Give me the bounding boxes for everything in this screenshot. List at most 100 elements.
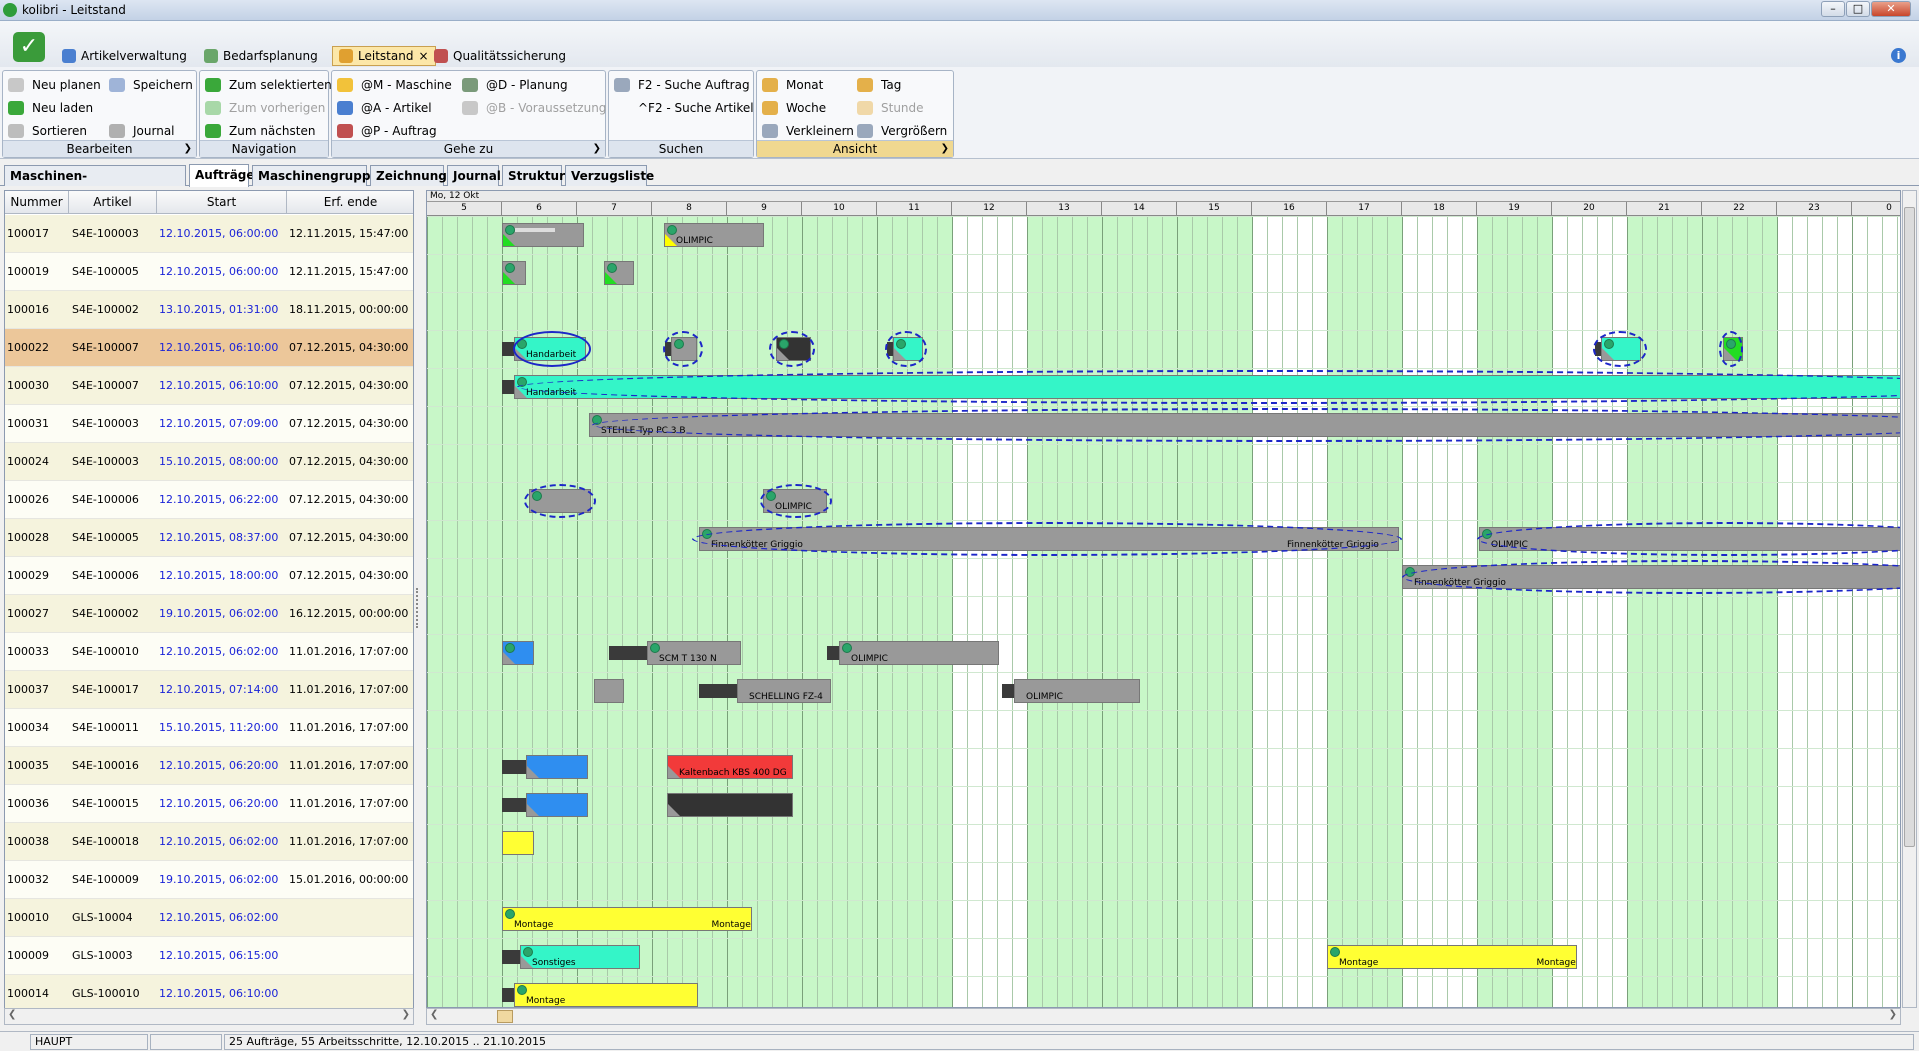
vergroessern-button[interactable]: Vergrößern <box>857 122 947 140</box>
info-icon[interactable]: i <box>1891 48 1906 63</box>
close-button[interactable]: ✕ <box>1871 1 1911 17</box>
ribbon-group-ansicht: Monat Tag Woche Stunde Verkleinern Vergr… <box>756 70 954 158</box>
table-row[interactable]: 100032 S4E-100009 19.10.2015, 06:02:00 15.0… <box>5 861 413 899</box>
cell-nummer: 100034 <box>7 721 49 734</box>
table-row[interactable]: 100028 S4E-100005 12.10.2015, 08:37:00 07.1… <box>5 519 413 557</box>
table-row[interactable]: 100010 GLS-10004 12.10.2015, 06:02:00 <box>5 899 413 937</box>
grid-line <box>487 216 488 1007</box>
goto-planung-button[interactable]: @D - Planung <box>462 76 568 94</box>
tab-maschinengruppe[interactable]: Maschinengruppe <box>252 165 379 186</box>
tab-verzugsliste[interactable]: Verzugsliste <box>565 165 654 186</box>
expand-icon[interactable]: ❯ <box>593 141 601 157</box>
tab-bedarfsplanung[interactable]: Bedarfsplanung <box>198 46 324 66</box>
zum-selektierten-button[interactable]: Zum selektierten <box>205 76 332 94</box>
grid-line <box>712 216 713 1007</box>
table-row[interactable]: 100038 S4E-100018 12.10.2015, 06:02:00 11.0… <box>5 823 413 861</box>
grid-line <box>667 216 668 1007</box>
scroll-left-icon[interactable]: ❮ <box>430 1009 438 1020</box>
orders-table: Nummer Artikel Start Erf. ende 100017 S4E… <box>4 190 414 1010</box>
goto-auftrag-button[interactable]: @P - Auftrag <box>337 122 437 140</box>
suche-auftrag-button[interactable]: F2 - Suche Auftrag <box>614 76 750 94</box>
table-row[interactable]: 100019 S4E-100005 12.10.2015, 06:00:00 12.1… <box>5 253 413 291</box>
gantt-horizontal-scrollbar[interactable]: ❮ ❯ <box>426 1008 1901 1025</box>
gantt-bar[interactable] <box>515 228 555 232</box>
ansicht-monat-button[interactable]: Monat <box>762 76 823 94</box>
tab-artikelverwaltung[interactable]: Artikelverwaltung <box>56 46 193 66</box>
table-row[interactable]: 100024 S4E-100003 15.10.2015, 08:00:00 07.1… <box>5 443 413 481</box>
col-header-erf-ende[interactable]: Erf. ende <box>287 191 413 214</box>
hour-header: 20 <box>1552 202 1627 216</box>
ansicht-woche-button[interactable]: Woche <box>762 99 826 117</box>
scroll-left-icon[interactable]: ❮ <box>8 1009 16 1020</box>
grid-line <box>1207 216 1208 1007</box>
expand-icon[interactable]: ❯ <box>184 141 192 157</box>
minimize-button[interactable]: – <box>1821 1 1845 17</box>
cell-start: 12.10.2015, 06:15:00 <box>159 949 279 962</box>
goto-artikel-button[interactable]: @A - Artikel <box>337 99 432 117</box>
verkleinern-button[interactable]: Verkleinern <box>762 122 854 140</box>
forward-arrow-icon <box>205 124 221 138</box>
scroll-thumb[interactable] <box>497 1010 513 1023</box>
tab-qualitaetssicherung[interactable]: Qualitätssicherung <box>428 46 572 66</box>
col-header-start[interactable]: Start <box>157 191 287 214</box>
table-row[interactable]: 100014 GLS-100010 12.10.2015, 06:10:00 <box>5 975 413 1009</box>
tab-zeichnung[interactable]: Zeichnung <box>370 165 447 186</box>
table-row[interactable]: 100034 S4E-100011 15.10.2015, 11:20:00 11.0… <box>5 709 413 747</box>
suche-artikel-button[interactable]: ^F2 - Suche Artikel <box>638 99 754 117</box>
kolibri-logo-icon[interactable]: ✓ <box>13 32 45 62</box>
table-row[interactable]: 100037 S4E-100017 12.10.2015, 07:14:00 11.0… <box>5 671 413 709</box>
grid-horizontal-scrollbar[interactable]: ❮ ❯ <box>4 1008 414 1025</box>
maximize-button[interactable]: □ <box>1846 1 1870 17</box>
table-row[interactable]: 100036 S4E-100015 12.10.2015, 06:20:00 11.0… <box>5 785 413 823</box>
splitter-handle[interactable] <box>416 588 422 628</box>
scroll-right-icon[interactable]: ❯ <box>1889 1009 1897 1020</box>
bar-corner-icon <box>668 804 680 816</box>
journal-button[interactable]: Journal <box>109 122 175 140</box>
gantt-vertical-scrollbar[interactable] <box>1902 190 1917 1008</box>
neu-planen-button[interactable]: Neu planen <box>8 76 101 94</box>
bar-corner-icon <box>595 690 607 702</box>
col-header-artikel[interactable]: Artikel <box>69 191 157 214</box>
neu-laden-button[interactable]: Neu laden <box>8 99 93 117</box>
ansicht-stunde-button[interactable]: Stunde <box>857 99 924 117</box>
hour-column <box>427 216 502 1007</box>
table-row[interactable]: 100029 S4E-100006 12.10.2015, 18:00:00 07.1… <box>5 557 413 595</box>
cell-nummer: 100014 <box>7 987 49 1000</box>
tab-maschinen-auftragsverteilung[interactable]: Maschinen-Auftragsverteilung <box>4 165 186 203</box>
cell-artikel: S4E-100005 <box>72 265 139 278</box>
col-header-nummer[interactable]: Nummer <box>5 191 69 214</box>
table-row[interactable]: 100017 S4E-100003 12.10.2015, 06:00:00 12.1… <box>5 215 413 253</box>
bar-label: Montage <box>514 920 554 930</box>
bar-label: SCHELLING FZ-4 <box>749 692 823 702</box>
table-row[interactable]: 100027 S4E-100002 19.10.2015, 06:02:00 16.1… <box>5 595 413 633</box>
tab-struktur[interactable]: Struktur <box>502 165 565 186</box>
table-row[interactable]: 100031 S4E-100003 12.10.2015, 07:09:00 07.1… <box>5 405 413 443</box>
tab-label: Artikelverwaltung <box>81 49 187 63</box>
table-row[interactable]: 100033 S4E-100010 12.10.2015, 06:02:00 11.0… <box>5 633 413 671</box>
ansicht-tag-button[interactable]: Tag <box>857 76 901 94</box>
zum-naechsten-button[interactable]: Zum nächsten <box>205 122 315 140</box>
setup-block <box>502 380 514 394</box>
zum-vorherigen-button[interactable]: Zum vorherigen <box>205 99 325 117</box>
tab-close-icon[interactable]: × <box>418 49 428 63</box>
scroll-thumb[interactable] <box>1904 207 1915 847</box>
expand-icon[interactable]: ❯ <box>941 141 949 157</box>
table-row[interactable]: 100026 S4E-100006 12.10.2015, 06:22:00 07.1… <box>5 481 413 519</box>
cell-erf-ende: 07.12.2015, 04:30:00 <box>289 569 409 582</box>
table-row[interactable]: 100022 S4E-100007 12.10.2015, 06:10:00 07.1… <box>5 329 413 367</box>
speichern-button[interactable]: Speichern <box>109 76 193 94</box>
gantt-bar[interactable] <box>667 793 793 817</box>
goto-maschine-button[interactable]: @M - Maschine <box>337 76 452 94</box>
ribbon-group-bearbeiten: Neu planen Speichern Neu laden Sortieren… <box>2 70 197 158</box>
tab-auftraege[interactable]: Aufträge <box>189 164 255 187</box>
goto-voraussetzung-button[interactable]: @B - Voraussetzung <box>462 99 606 117</box>
table-row[interactable]: 100035 S4E-100016 12.10.2015, 06:20:00 11.0… <box>5 747 413 785</box>
table-row[interactable]: 100030 S4E-100007 12.10.2015, 06:10:00 07.1… <box>5 367 413 405</box>
table-row[interactable]: 100009 GLS-10003 12.10.2015, 06:15:00 <box>5 937 413 975</box>
tab-leitstand[interactable]: Leitstand × <box>332 46 436 66</box>
scroll-right-icon[interactable]: ❯ <box>402 1009 410 1020</box>
tab-journal[interactable]: Journal <box>447 165 501 186</box>
table-row[interactable]: 100016 S4E-100002 13.10.2015, 01:31:00 18.1… <box>5 291 413 329</box>
sortieren-button[interactable]: Sortieren <box>8 122 87 140</box>
hour-column <box>1702 216 1777 1007</box>
